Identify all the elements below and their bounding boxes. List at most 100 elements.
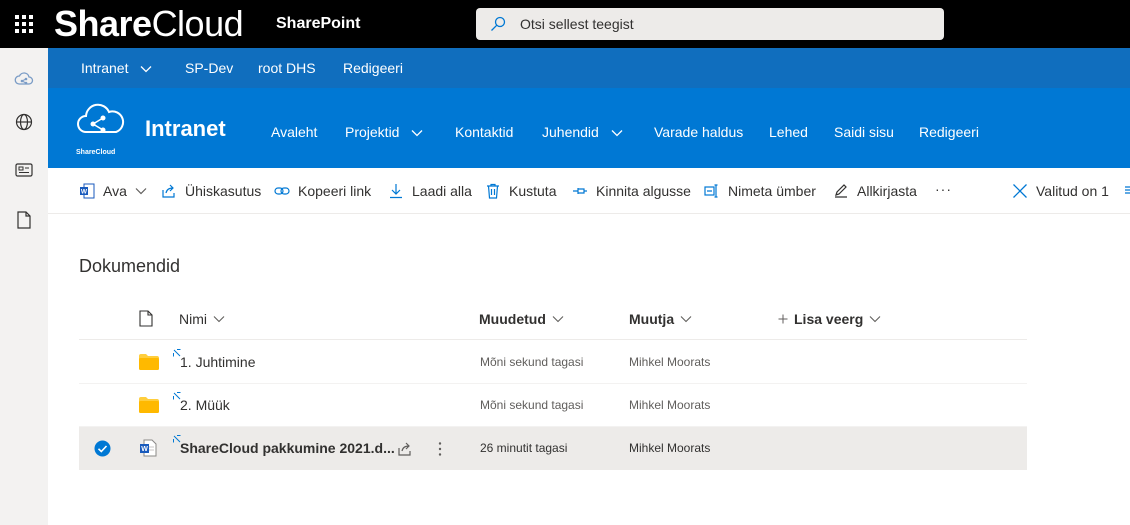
search-box[interactable]: Otsi sellest teegist (476, 8, 944, 40)
list-header: Nimi Muudetud Muutja Lisa veerg (79, 298, 1027, 340)
hub-nav-edit[interactable]: Redigeeri (343, 60, 403, 76)
modified-column-label: Muudetud (479, 311, 546, 327)
add-column-label: Lisa veerg (794, 311, 864, 327)
hub-nav-intranet-label: Intranet (81, 60, 129, 76)
item-modified-by[interactable]: Mihkel Moorats (629, 355, 710, 369)
hub-nav-intranet[interactable]: Intranet (81, 60, 152, 76)
sharepoint-home-icon[interactable] (12, 68, 36, 92)
command-bar: W Ava Ühiskasutus Kopeeri link Laadi all… (48, 168, 1130, 214)
hub-nav-root-dhs[interactable]: root DHS (258, 60, 316, 76)
delete-button[interactable]: Kustuta (485, 183, 556, 199)
clear-selection-button[interactable]: Valitud on 1 (1012, 183, 1109, 199)
share-icon (162, 184, 175, 198)
list-item-selected[interactable]: W ShareCloud pakkumine 2021.d... 26 minu… (79, 427, 1027, 470)
news-icon[interactable] (12, 158, 36, 182)
pin-label: Kinnita algusse (596, 183, 691, 199)
plus-icon (778, 314, 788, 324)
document-icon[interactable] (12, 208, 36, 232)
selected-checkmark-icon[interactable] (94, 440, 111, 457)
site-nav-projects-label: Projektid (345, 124, 400, 140)
site-nav-site-contents[interactable]: Saidi sisu (834, 124, 894, 140)
item-modified: Mõni sekund tagasi (480, 355, 584, 369)
more-actions-button[interactable]: ··· (935, 181, 952, 197)
word-icon: W (80, 183, 95, 199)
modified-by-column-header[interactable]: Muutja (629, 311, 692, 327)
sign-button[interactable]: Allkirjasta (833, 183, 917, 199)
list-item[interactable]: 1. Juhtimine Mõni sekund tagasi Mihkel M… (79, 341, 1027, 384)
left-app-bar (0, 48, 48, 525)
sign-label: Allkirjasta (857, 183, 917, 199)
menu-icon (1125, 186, 1130, 194)
chevron-down-icon (869, 316, 881, 323)
site-logo[interactable]: ShareCloud (76, 102, 126, 156)
site-nav-assets[interactable]: Varade haldus (654, 124, 743, 140)
share-label: Ühiskasutus (185, 183, 262, 199)
brand-bold-text: Share (54, 3, 152, 44)
open-button[interactable]: W Ava (79, 183, 147, 199)
item-name-link[interactable]: 1. Juhtimine (180, 354, 255, 370)
file-icon (139, 310, 153, 327)
waffle-icon (15, 15, 33, 33)
details-pane-button[interactable] (1124, 183, 1130, 197)
modified-column-header[interactable]: Muudetud (479, 311, 564, 327)
brand-light-text: Cloud (151, 3, 244, 44)
chevron-down-icon (552, 316, 564, 323)
chevron-down-icon (611, 130, 623, 137)
svg-text:W: W (141, 446, 148, 453)
brand-logo[interactable]: ShareCloud (54, 3, 244, 44)
trash-icon (487, 183, 499, 199)
download-label: Laadi alla (412, 183, 472, 199)
suite-bar: ShareCloud SharePoint Otsi sellest teegi… (0, 0, 1130, 48)
download-button[interactable]: Laadi alla (388, 183, 472, 199)
globe-icon[interactable] (12, 110, 36, 134)
share-icon[interactable] (397, 441, 413, 457)
item-modified: 26 minutit tagasi (480, 441, 568, 455)
folder-icon (139, 354, 159, 370)
rename-button[interactable]: Nimeta ümber (704, 183, 816, 199)
add-column-header[interactable]: Lisa veerg (778, 311, 881, 327)
item-modified-by[interactable]: Mihkel Moorats (629, 398, 710, 412)
logo-text: ShareCloud (76, 149, 116, 156)
signature-icon (835, 184, 847, 198)
pin-icon (573, 188, 587, 194)
hub-navigation: Intranet SP-Dev root DHS Redigeeri (48, 48, 1130, 88)
delete-label: Kustuta (509, 183, 557, 199)
open-label: Ava (103, 183, 127, 199)
site-nav-home[interactable]: Avaleht (271, 124, 317, 140)
share-button[interactable]: Ühiskasutus (161, 183, 261, 199)
site-title[interactable]: Intranet (145, 116, 226, 142)
search-icon (491, 16, 506, 31)
site-nav-guides[interactable]: Juhendid (542, 124, 623, 140)
item-modified-by[interactable]: Mihkel Moorats (629, 441, 710, 455)
item-name-link[interactable]: ShareCloud pakkumine 2021.d... (180, 440, 395, 456)
modified-by-column-label: Muutja (629, 311, 675, 327)
site-nav-guides-label: Juhendid (542, 124, 599, 140)
close-icon (1013, 184, 1027, 198)
site-nav-contacts[interactable]: Kontaktid (455, 124, 513, 140)
site-nav-pages[interactable]: Lehed (769, 124, 808, 140)
copy-link-button[interactable]: Kopeeri link (274, 183, 371, 199)
folder-icon (139, 397, 159, 413)
chevron-down-icon (411, 130, 423, 137)
pin-to-top-button[interactable]: Kinnita algusse (572, 183, 691, 199)
item-modified: Mõni sekund tagasi (480, 398, 584, 412)
site-header: ShareCloud Intranet Avaleht Projektid Ko… (48, 88, 1130, 168)
selected-count-label: Valitud on 1 (1036, 183, 1109, 199)
product-name[interactable]: SharePoint (276, 15, 360, 33)
copy-link-label: Kopeeri link (298, 183, 372, 199)
file-type-column-header[interactable] (139, 310, 153, 327)
site-nav-projects[interactable]: Projektid (345, 124, 423, 140)
item-name-link[interactable]: 2. Müük (180, 397, 230, 413)
chevron-down-icon (680, 316, 692, 323)
hub-nav-sp-dev[interactable]: SP-Dev (185, 60, 233, 76)
library-title: Dokumendid (79, 256, 181, 276)
site-nav-edit[interactable]: Redigeeri (919, 124, 979, 140)
more-options-icon[interactable] (438, 441, 442, 457)
name-column-header[interactable]: Nimi (179, 311, 225, 327)
word-document-icon: W (140, 439, 157, 457)
list-item[interactable]: 2. Müük Mõni sekund tagasi Mihkel Moorat… (79, 384, 1027, 427)
cloud-logo-icon (77, 103, 125, 133)
app-launcher-button[interactable] (0, 0, 48, 48)
rename-label: Nimeta ümber (728, 183, 816, 199)
rename-icon (704, 184, 718, 198)
